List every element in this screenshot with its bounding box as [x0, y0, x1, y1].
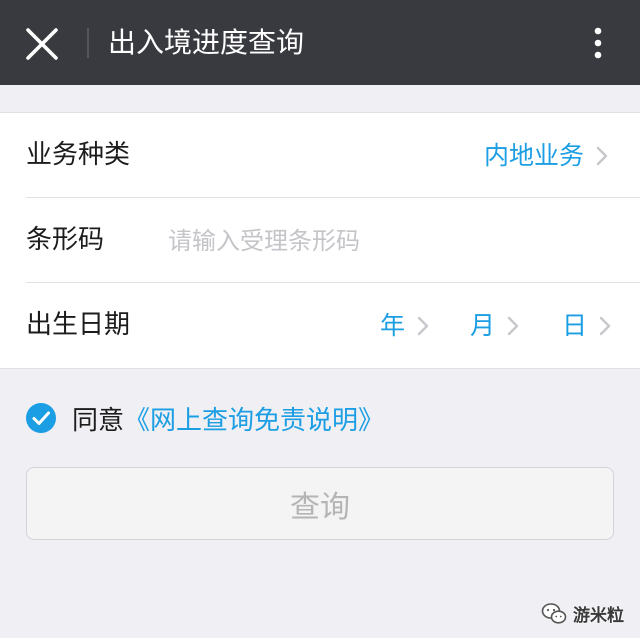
page: { "header": { "title": "出入境进度查询" }, "ico… [0, 0, 640, 638]
chevron-right-icon [507, 316, 519, 335]
agreement-row: 同意 《网上查询免责说明》 [26, 398, 384, 438]
watermark: 游米粒 [541, 601, 624, 626]
birth-year-value: 年 [380, 311, 406, 340]
query-form: 业务种类 内地业务 条形码 出生日期 年 月 日 [0, 112, 640, 369]
chevron-right-icon [599, 316, 611, 335]
birth-month-value: 月 [470, 311, 496, 340]
query-button[interactable]: 查询 [26, 467, 614, 540]
birth-month-select[interactable]: 月 [470, 283, 519, 368]
wechat-icon [541, 602, 567, 624]
birth-year-select[interactable]: 年 [380, 283, 429, 368]
business-type-value: 内地业务 [483, 141, 584, 170]
business-type-row: 业务种类 内地业务 [0, 113, 640, 198]
watermark-text: 游米粒 [573, 606, 624, 626]
header-divider [87, 28, 89, 58]
more-vertical-icon[interactable] [584, 22, 612, 64]
business-type-label: 业务种类 [26, 140, 131, 170]
agreement-prefix: 同意 [72, 405, 125, 436]
check-circle-icon[interactable] [26, 403, 56, 433]
birth-day-select[interactable]: 日 [562, 283, 611, 368]
birth-day-value: 日 [562, 311, 588, 340]
top-bar: 出入境进度查询 [0, 0, 640, 85]
disclaimer-link[interactable]: 《网上查询免责说明》 [124, 400, 384, 437]
business-type-select[interactable]: 内地业务 [484, 113, 608, 198]
barcode-label: 条形码 [26, 225, 105, 255]
birth-date-label: 出生日期 [26, 310, 131, 340]
chevron-right-icon [417, 316, 429, 335]
page-title: 出入境进度查询 [108, 26, 305, 59]
close-icon[interactable] [22, 24, 62, 64]
chevron-right-icon [596, 146, 608, 165]
barcode-input[interactable] [168, 198, 598, 283]
birth-date-row: 出生日期 年 月 日 [0, 283, 640, 368]
barcode-row: 条形码 [0, 198, 640, 283]
